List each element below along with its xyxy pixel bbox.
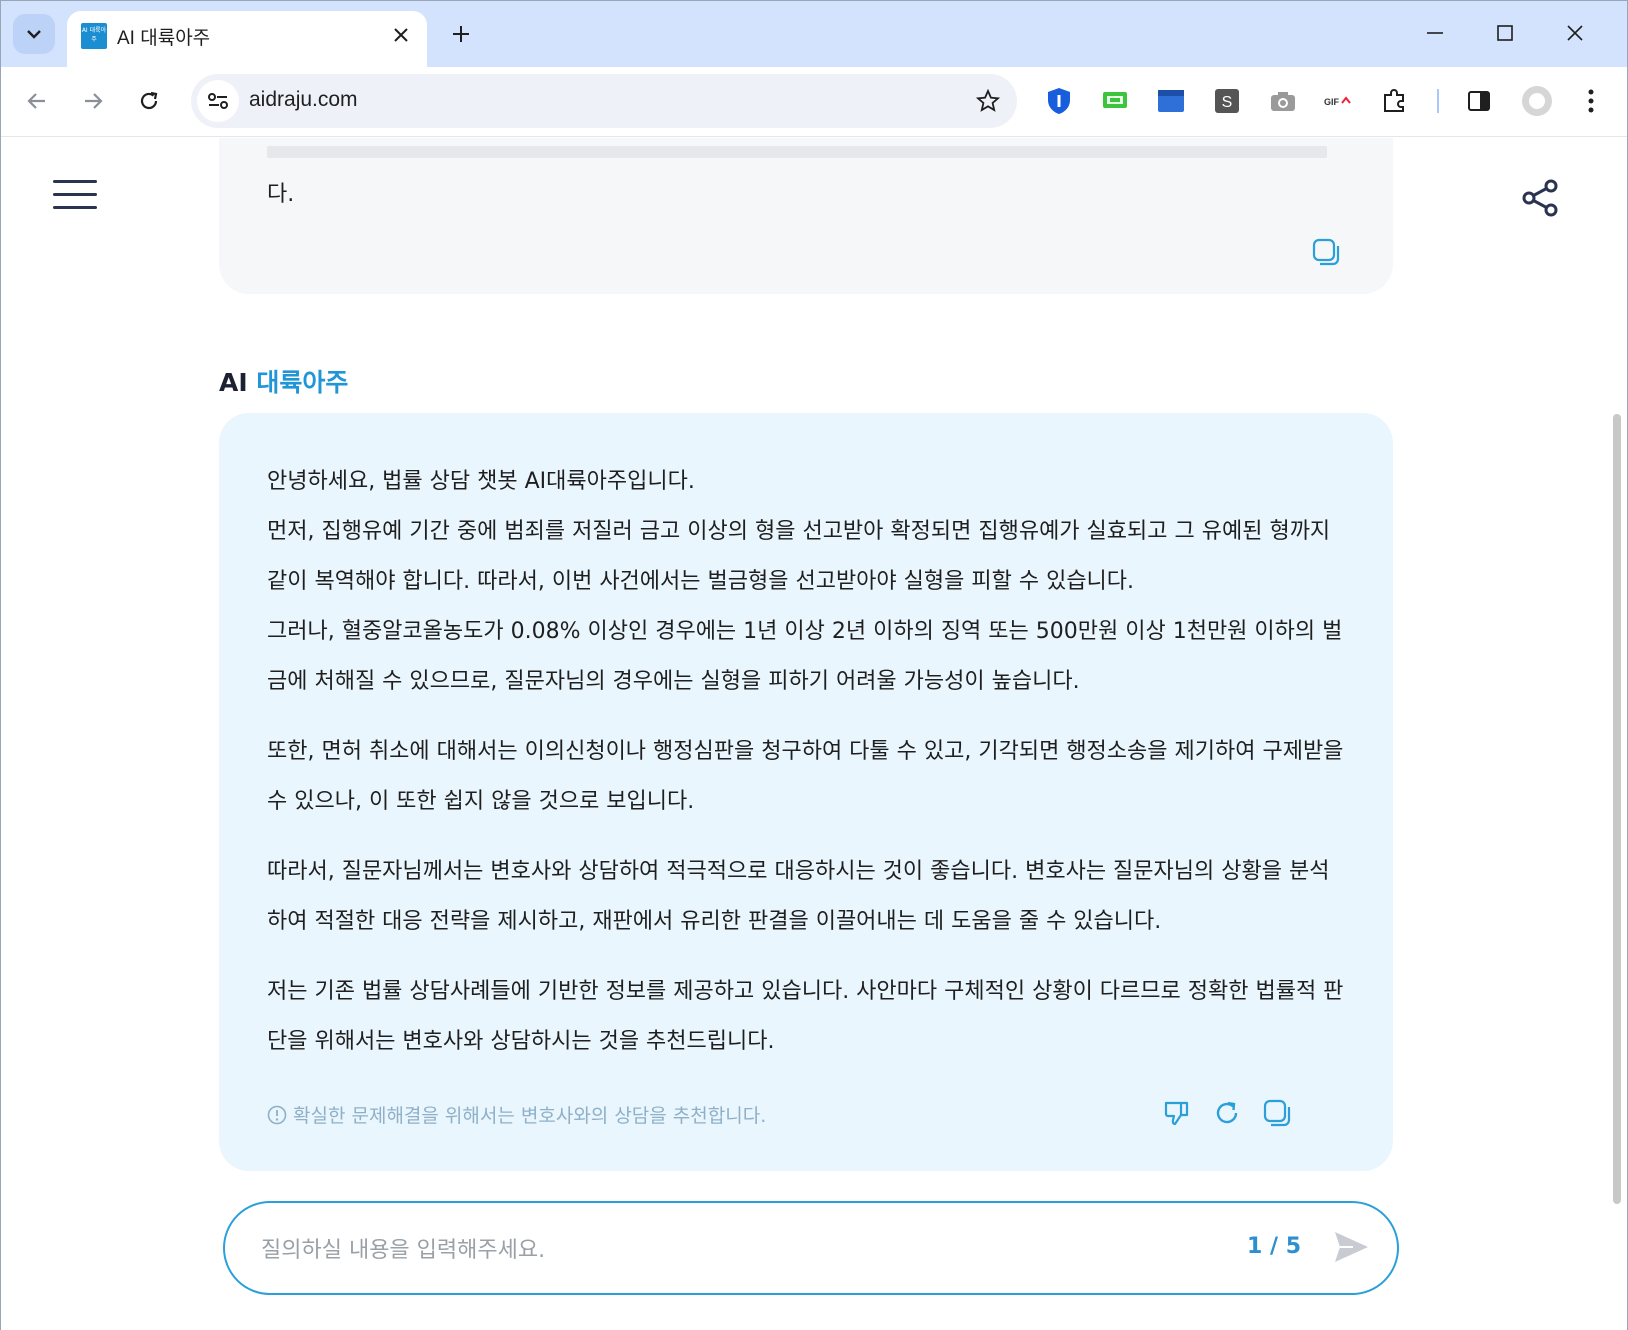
reload-button[interactable] <box>129 81 169 121</box>
s-letter-icon: S <box>1215 89 1239 113</box>
menu-button[interactable] <box>53 180 97 216</box>
arrow-left-icon <box>27 93 45 109</box>
browser-menu-button[interactable] <box>1573 83 1609 119</box>
star-icon <box>976 89 1000 112</box>
maximize-button[interactable] <box>1483 13 1527 53</box>
page-scrollbar[interactable] <box>1613 414 1621 1204</box>
close-icon <box>394 28 408 42</box>
disclaimer: 확실한 문제해결을 위해서는 변호사와의 상담을 추천합니다. <box>267 1101 766 1128</box>
previous-message-tail: 다. <box>267 182 295 207</box>
extension-gif-button[interactable]: GIF <box>1321 83 1357 119</box>
copy-icon <box>1312 238 1340 266</box>
toolbar-divider <box>1437 89 1439 113</box>
side-panel-button[interactable] <box>1461 83 1497 119</box>
extension-blue-button[interactable] <box>1153 83 1189 119</box>
back-button[interactable] <box>17 81 57 121</box>
minimize-button[interactable] <box>1413 13 1457 53</box>
chevron-down-icon <box>27 30 41 39</box>
copy-icon <box>1263 1099 1291 1127</box>
tab-title: AI 대륙아주 <box>117 28 211 49</box>
browser-toolbar: aidraju.com S GIF <box>1 67 1627 137</box>
page-content: 다. AI 대륙아주 안녕하세요, 법률 상담 챗봇 AI대륙아주입니다. 먼저… <box>1 138 1627 1330</box>
puzzle-icon <box>1384 89 1404 112</box>
dislike-button[interactable] <box>1159 1095 1195 1131</box>
answer-line-greeting: 안녕하세요, 법률 상담 챗봇 AI대륙아주입니다. <box>267 469 695 494</box>
screen-icon <box>1103 92 1127 108</box>
extension-s-button[interactable]: S <box>1209 83 1245 119</box>
share-icon <box>1522 179 1558 217</box>
refresh-icon <box>1216 1101 1238 1124</box>
answer-paragraph-4: 저는 기존 법률 상담사례들에 기반한 정보를 제공하고 있습니다. 사안마다 … <box>267 979 1344 1054</box>
plus-icon <box>453 26 469 42</box>
thumbs-down-icon <box>1164 1101 1189 1126</box>
tab-strip: AI 대륙아주 AI 대륙아주 <box>1 1 1627 67</box>
copy-button[interactable] <box>1311 237 1343 269</box>
hamburger-line <box>53 206 97 209</box>
new-tab-button[interactable] <box>443 16 479 52</box>
copy-answer-button[interactable] <box>1259 1095 1295 1131</box>
answer-paragraph-2: 또한, 면허 취소에 대해서는 이의신청이나 행정심판을 청구하여 다툴 수 있… <box>267 739 1344 814</box>
send-icon <box>1335 1232 1368 1262</box>
extension-camera-button[interactable] <box>1265 83 1301 119</box>
profile-button[interactable] <box>1519 83 1555 119</box>
side-panel-icon <box>1468 91 1490 111</box>
forward-button[interactable] <box>73 81 113 121</box>
tab-search-button[interactable] <box>13 14 55 54</box>
window-close-button[interactable] <box>1553 13 1597 53</box>
svg-text:GIF: GIF <box>1324 97 1340 107</box>
question-counter: 1 / 5 <box>1247 1234 1301 1259</box>
previous-message-cut-text <box>267 146 1327 158</box>
ai-label-prefix: AI <box>219 368 248 397</box>
ai-sender-label: AI 대륙아주 <box>219 363 348 399</box>
site-favicon: AI 대륙아주 <box>81 23 107 49</box>
minimize-icon <box>1427 32 1443 34</box>
answer-paragraph-3: 따라서, 질문자님께서는 변호사와 상담하여 적극적으로 대응하시는 것이 좋습… <box>267 859 1330 934</box>
more-vertical-icon <box>1588 89 1594 113</box>
browser-window: AI 대륙아주 AI 대륙아주 aidraju.com S GIF 다. AI … <box>0 0 1628 1330</box>
site-info-button[interactable] <box>197 80 239 122</box>
maximize-icon <box>1497 25 1513 41</box>
gif-icon: GIF <box>1324 96 1351 107</box>
ai-label-brand: 대륙아주 <box>256 368 349 397</box>
previous-message: 다. <box>219 138 1393 294</box>
extensions-puzzle-button[interactable] <box>1377 83 1413 119</box>
answer-line-alcohol: 그러나, 혈중알코올농도가 0.08% 이상인 경우에는 1년 이상 2년 이하… <box>267 619 1343 694</box>
hamburger-line <box>53 193 97 196</box>
answer-text: 안녕하세요, 법률 상담 챗봇 AI대륙아주입니다. 먼저, 집행유예 기간 중… <box>267 457 1347 1087</box>
svg-text:S: S <box>1222 94 1233 111</box>
regenerate-button[interactable] <box>1209 1095 1245 1131</box>
address-bar[interactable]: aidraju.com <box>191 74 1017 128</box>
shield-icon <box>1048 88 1070 114</box>
camera-icon <box>1271 92 1295 111</box>
close-icon <box>1567 25 1583 41</box>
arrow-right-icon <box>85 93 103 109</box>
hamburger-line <box>53 180 97 183</box>
question-input[interactable]: 질의하실 내용을 입력해주세요. 1 / 5 <box>223 1201 1399 1295</box>
info-icon <box>267 1105 287 1124</box>
input-placeholder[interactable]: 질의하실 내용을 입력해주세요. <box>261 1232 545 1264</box>
reload-icon <box>140 91 158 110</box>
url-text[interactable]: aidraju.com <box>249 88 358 112</box>
answer-line-suspension: 먼저, 집행유예 기간 중에 범죄를 저질러 금고 이상의 형을 선고받아 확정… <box>267 519 1331 594</box>
share-button[interactable] <box>1521 178 1565 222</box>
disclaimer-text: 확실한 문제해결을 위해서는 변호사와의 상담을 추천합니다. <box>293 1105 767 1127</box>
extension-shield-button[interactable] <box>1041 83 1077 119</box>
active-tab[interactable]: AI 대륙아주 AI 대륙아주 <box>67 11 427 67</box>
send-button[interactable] <box>1331 1227 1375 1271</box>
avatar-icon <box>1522 86 1552 116</box>
ai-answer-bubble: 안녕하세요, 법률 상담 챗봇 AI대륙아주입니다. 먼저, 집행유예 기간 중… <box>219 413 1393 1171</box>
bookmark-star-button[interactable] <box>971 84 1005 118</box>
window-icon <box>1158 90 1184 112</box>
answer-paragraph-1: 안녕하세요, 법률 상담 챗봇 AI대륙아주입니다. 먼저, 집행유예 기간 중… <box>267 457 1347 707</box>
tune-icon <box>208 93 228 109</box>
extension-green-button[interactable] <box>1097 83 1133 119</box>
tab-close-button[interactable] <box>387 21 415 49</box>
